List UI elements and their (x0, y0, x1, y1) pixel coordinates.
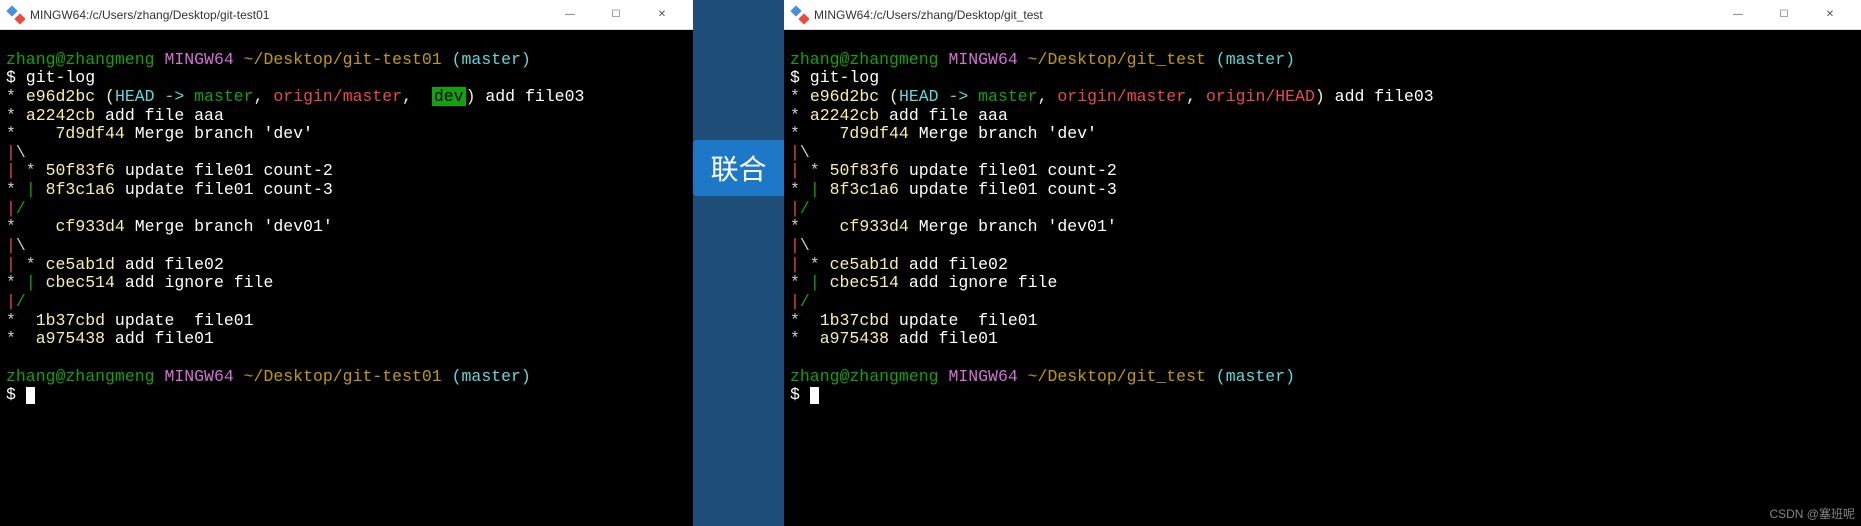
titlebar-left[interactable]: MINGW64:/c/Users/zhang/Desktop/git-test0… (0, 0, 693, 30)
window-title-left: MINGW64:/c/Users/zhang/Desktop/git-test0… (30, 8, 547, 22)
terminal-left[interactable]: zhang@zhangmeng MINGW64 ~/Desktop/git-te… (0, 30, 693, 526)
close-button[interactable]: ✕ (639, 1, 685, 29)
terminal-right[interactable]: zhang@zhangmeng MINGW64 ~/Desktop/git_te… (784, 30, 1861, 526)
titlebar-right[interactable]: MINGW64:/c/Users/zhang/Desktop/git_test … (784, 0, 1861, 30)
watermark: CSDN @塞班呢 (1769, 505, 1855, 522)
window-controls-left: — ☐ ✕ (547, 1, 685, 29)
window-left: MINGW64:/c/Users/zhang/Desktop/git-test0… (0, 0, 693, 526)
union-badge: 联合 (693, 140, 784, 196)
maximize-button[interactable]: ☐ (593, 1, 639, 29)
git-bash-icon (8, 7, 24, 23)
minimize-button[interactable]: — (547, 1, 593, 29)
window-title-right: MINGW64:/c/Users/zhang/Desktop/git_test (814, 8, 1715, 22)
close-button[interactable]: ✕ (1807, 1, 1853, 29)
window-right: MINGW64:/c/Users/zhang/Desktop/git_test … (784, 0, 1861, 526)
maximize-button[interactable]: ☐ (1761, 1, 1807, 29)
separator-gap (693, 0, 784, 526)
minimize-button[interactable]: — (1715, 1, 1761, 29)
window-controls-right: — ☐ ✕ (1715, 1, 1853, 29)
git-bash-icon (792, 7, 808, 23)
